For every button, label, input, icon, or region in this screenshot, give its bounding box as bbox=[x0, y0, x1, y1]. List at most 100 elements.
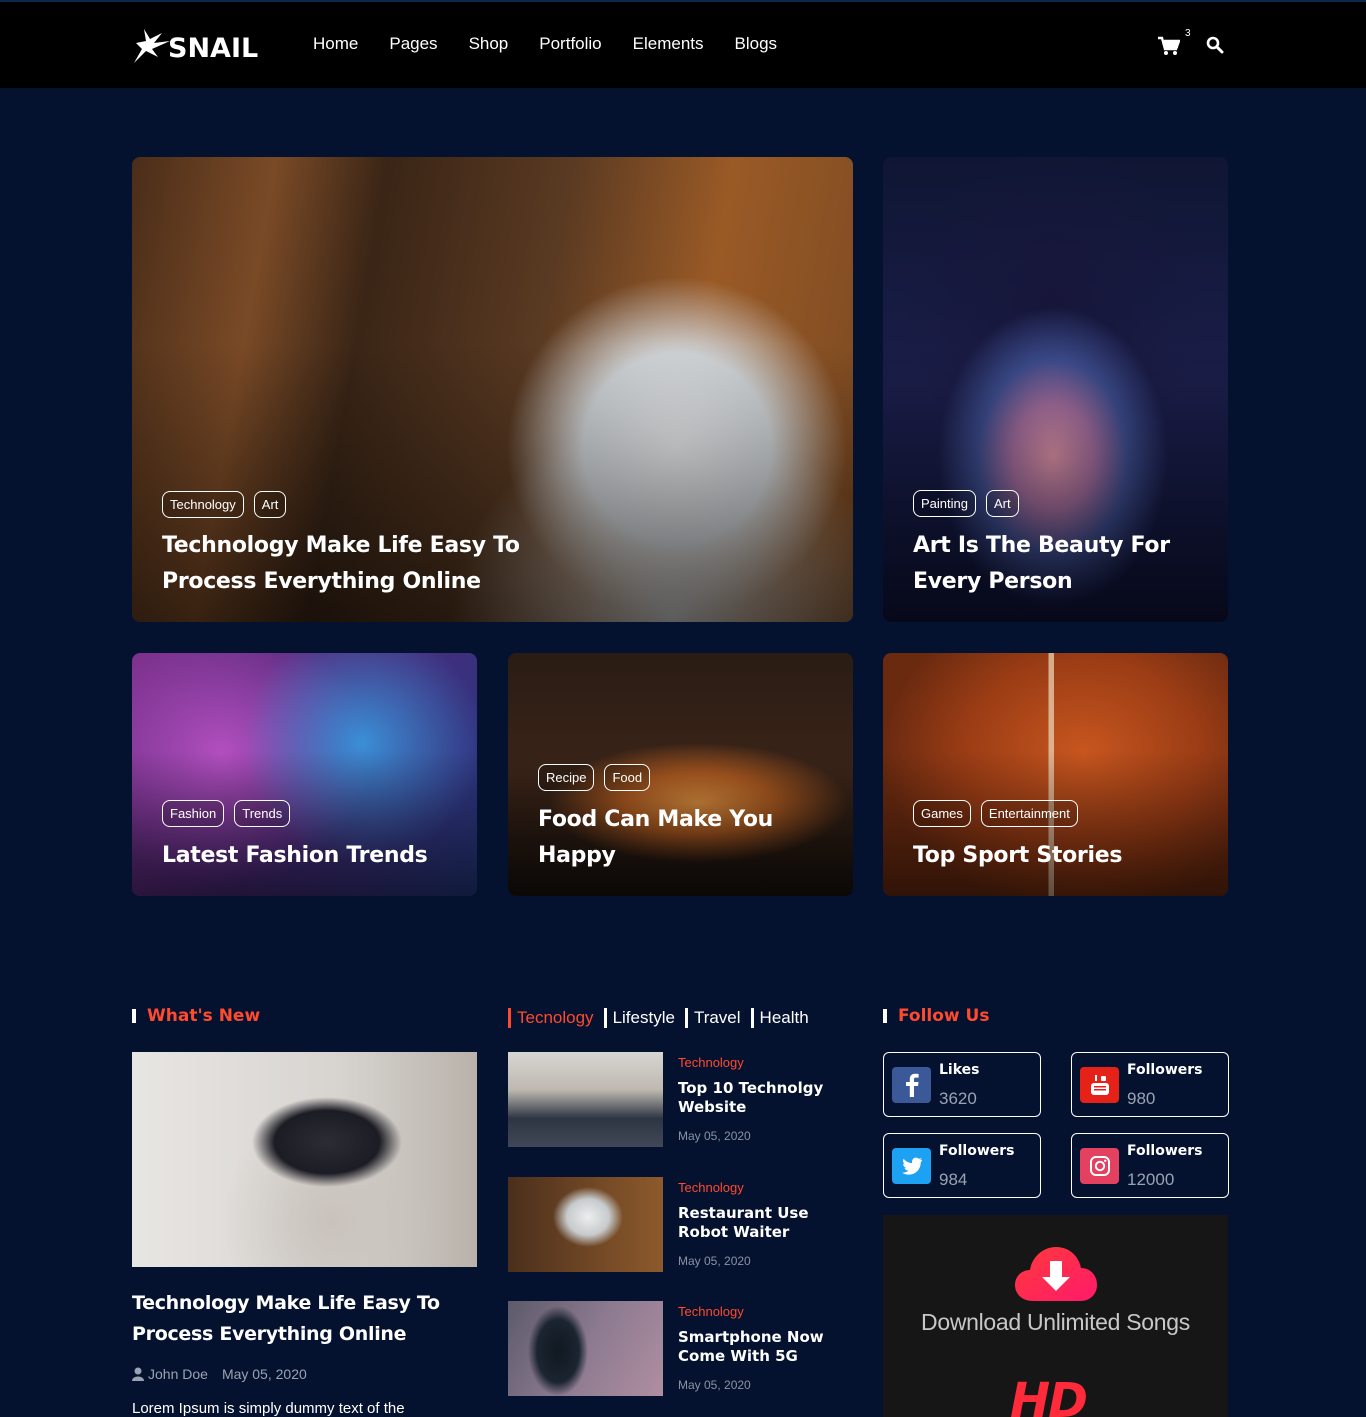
user-icon bbox=[132, 1367, 144, 1381]
post-date: May 05, 2020 bbox=[221, 1366, 307, 1382]
banner-text: Download Unlimited Songs bbox=[921, 1309, 1190, 1335]
tab-health[interactable]: Health bbox=[750, 1008, 809, 1028]
logo[interactable]: SNAIL bbox=[132, 26, 258, 66]
follow-twitter[interactable]: Followers 984 bbox=[883, 1133, 1041, 1198]
tag[interactable]: Games bbox=[913, 800, 971, 827]
follow-label: Followers bbox=[939, 1143, 1015, 1159]
follow-youtube[interactable]: Followers 980 bbox=[1071, 1052, 1229, 1117]
card-title-line: Happy bbox=[538, 843, 616, 868]
card-title[interactable]: Food Can Make You Happy bbox=[538, 802, 773, 874]
card-tags: Technology Art bbox=[162, 491, 296, 518]
post-category[interactable]: Technology bbox=[678, 1180, 744, 1195]
cart-icon[interactable] bbox=[1158, 36, 1180, 56]
follow-facebook[interactable]: Likes 3620 bbox=[883, 1052, 1041, 1117]
featured-card-robot[interactable]: Technology Art Technology Make Life Easy… bbox=[132, 157, 853, 622]
follow-label: Followers bbox=[1127, 1143, 1203, 1159]
card-title[interactable]: Art Is The Beauty For Every Person bbox=[913, 528, 1170, 600]
post-title-line: Smartphone Now bbox=[678, 1328, 824, 1346]
facebook-icon bbox=[892, 1067, 931, 1103]
tag[interactable]: Entertainment bbox=[980, 800, 1078, 827]
follow-label: Likes bbox=[939, 1062, 980, 1078]
follow-count: 980 bbox=[1127, 1089, 1156, 1108]
tag[interactable]: Art bbox=[253, 491, 287, 518]
post-title-line: Come With 5G bbox=[678, 1347, 798, 1365]
card-title-line: Process Everything Online bbox=[162, 569, 481, 594]
download-songs-banner[interactable]: Download Unlimited Songs HD bbox=[883, 1215, 1228, 1417]
cloud-download-icon bbox=[1015, 1247, 1097, 1301]
card-title[interactable]: Latest Fashion Trends bbox=[162, 838, 428, 874]
post-title[interactable]: Smartphone Now Come With 5G bbox=[678, 1328, 843, 1366]
whats-new-title-line: Process Everything Online bbox=[132, 1323, 407, 1345]
card-title-line: Every Person bbox=[913, 569, 1073, 594]
banner-hd-logo: HD bbox=[1010, 1373, 1088, 1417]
post-title-line: Restaurant Use bbox=[678, 1204, 809, 1222]
post-title[interactable]: Restaurant Use Robot Waiter bbox=[678, 1204, 843, 1242]
logo-text: SNAIL bbox=[168, 32, 259, 64]
card-tags: Painting Art bbox=[913, 490, 1029, 517]
site-header: SNAIL Home Pages Shop Portfolio Elements… bbox=[0, 0, 1366, 88]
whats-new-heading: What's New bbox=[132, 1006, 260, 1026]
tag[interactable]: Recipe bbox=[538, 764, 595, 791]
nav-shop[interactable]: Shop bbox=[469, 34, 509, 54]
snail-logo-icon bbox=[134, 29, 170, 63]
whats-new-title-line: Technology Make Life Easy To bbox=[132, 1292, 440, 1314]
card-title[interactable]: Top Sport Stories bbox=[913, 838, 1122, 874]
post-date: May 05, 2020 bbox=[678, 1254, 751, 1268]
tab-travel[interactable]: Travel bbox=[684, 1008, 741, 1028]
tag[interactable]: Trends bbox=[234, 800, 291, 827]
category-tabs: Tecnology Lifestyle Travel Health bbox=[508, 1008, 819, 1028]
follow-count: 12000 bbox=[1127, 1170, 1175, 1189]
card-title-line: Technology Make Life Easy To bbox=[162, 533, 520, 558]
follow-count: 984 bbox=[939, 1170, 968, 1189]
featured-card-food[interactable]: Recipe Food Food Can Make You Happy bbox=[508, 653, 853, 896]
whats-new-image[interactable] bbox=[132, 1052, 477, 1267]
list-item[interactable]: Technology Smartphone Now Come With 5G M… bbox=[508, 1301, 848, 1397]
tag[interactable]: Fashion bbox=[162, 800, 225, 827]
author-name[interactable]: John Doe bbox=[148, 1366, 208, 1382]
tag[interactable]: Food bbox=[604, 764, 651, 791]
post-category[interactable]: Technology bbox=[678, 1304, 744, 1319]
whats-new-title[interactable]: Technology Make Life Easy To Process Eve… bbox=[132, 1288, 477, 1350]
tag[interactable]: Technology bbox=[162, 491, 244, 518]
card-tags: Games Entertainment bbox=[913, 800, 1088, 827]
post-title-line: Website bbox=[678, 1098, 747, 1116]
list-item[interactable]: Technology Top 10 Technolgy Website May … bbox=[508, 1052, 848, 1148]
follow-count: 3620 bbox=[939, 1089, 977, 1108]
tag[interactable]: Painting bbox=[913, 490, 976, 517]
tab-lifestyle[interactable]: Lifestyle bbox=[603, 1008, 675, 1028]
card-title-line: Art Is The Beauty For bbox=[913, 533, 1170, 558]
post-thumbnail[interactable] bbox=[508, 1052, 663, 1147]
featured-card-sport[interactable]: Games Entertainment Top Sport Stories bbox=[883, 653, 1228, 896]
follow-us-heading: Follow Us bbox=[883, 1006, 989, 1026]
nav-elements[interactable]: Elements bbox=[633, 34, 704, 54]
featured-card-fashion[interactable]: Fashion Trends Latest Fashion Trends bbox=[132, 653, 477, 896]
twitter-icon bbox=[892, 1148, 931, 1184]
tag[interactable]: Art bbox=[985, 490, 1019, 517]
whats-new-meta: John Doe May 05, 2020 bbox=[132, 1366, 307, 1382]
post-title-line: Top 10 Technolgy bbox=[678, 1079, 824, 1097]
whats-new-excerpt: Lorem Ipsum is simply dummy text of the bbox=[132, 1400, 405, 1417]
featured-card-art[interactable]: Painting Art Art Is The Beauty For Every… bbox=[883, 157, 1228, 622]
post-date: May 05, 2020 bbox=[678, 1378, 751, 1392]
card-title[interactable]: Technology Make Life Easy To Process Eve… bbox=[162, 528, 520, 600]
tab-tecnology[interactable]: Tecnology bbox=[508, 1008, 594, 1028]
nav-portfolio[interactable]: Portfolio bbox=[539, 34, 601, 54]
nav-pages[interactable]: Pages bbox=[389, 34, 437, 54]
card-title-line: Food Can Make You bbox=[538, 807, 774, 832]
nav-home[interactable]: Home bbox=[313, 34, 358, 54]
card-title-line: Top Sport Stories bbox=[913, 843, 1123, 868]
post-title[interactable]: Top 10 Technolgy Website bbox=[678, 1079, 843, 1117]
post-thumbnail[interactable] bbox=[508, 1177, 663, 1272]
follow-instagram[interactable]: Followers 12000 bbox=[1071, 1133, 1229, 1198]
search-icon[interactable] bbox=[1206, 36, 1224, 54]
follow-label: Followers bbox=[1127, 1062, 1203, 1078]
post-date: May 05, 2020 bbox=[678, 1129, 751, 1143]
post-title-line: Robot Waiter bbox=[678, 1223, 790, 1241]
nav-blogs[interactable]: Blogs bbox=[735, 34, 778, 54]
post-thumbnail[interactable] bbox=[508, 1301, 663, 1396]
list-item[interactable]: Technology Restaurant Use Robot Waiter M… bbox=[508, 1177, 848, 1273]
card-tags: Fashion Trends bbox=[162, 800, 300, 827]
cart-count-badge: 3 bbox=[1185, 28, 1191, 39]
card-tags: Recipe Food bbox=[538, 764, 660, 791]
post-category[interactable]: Technology bbox=[678, 1055, 744, 1070]
